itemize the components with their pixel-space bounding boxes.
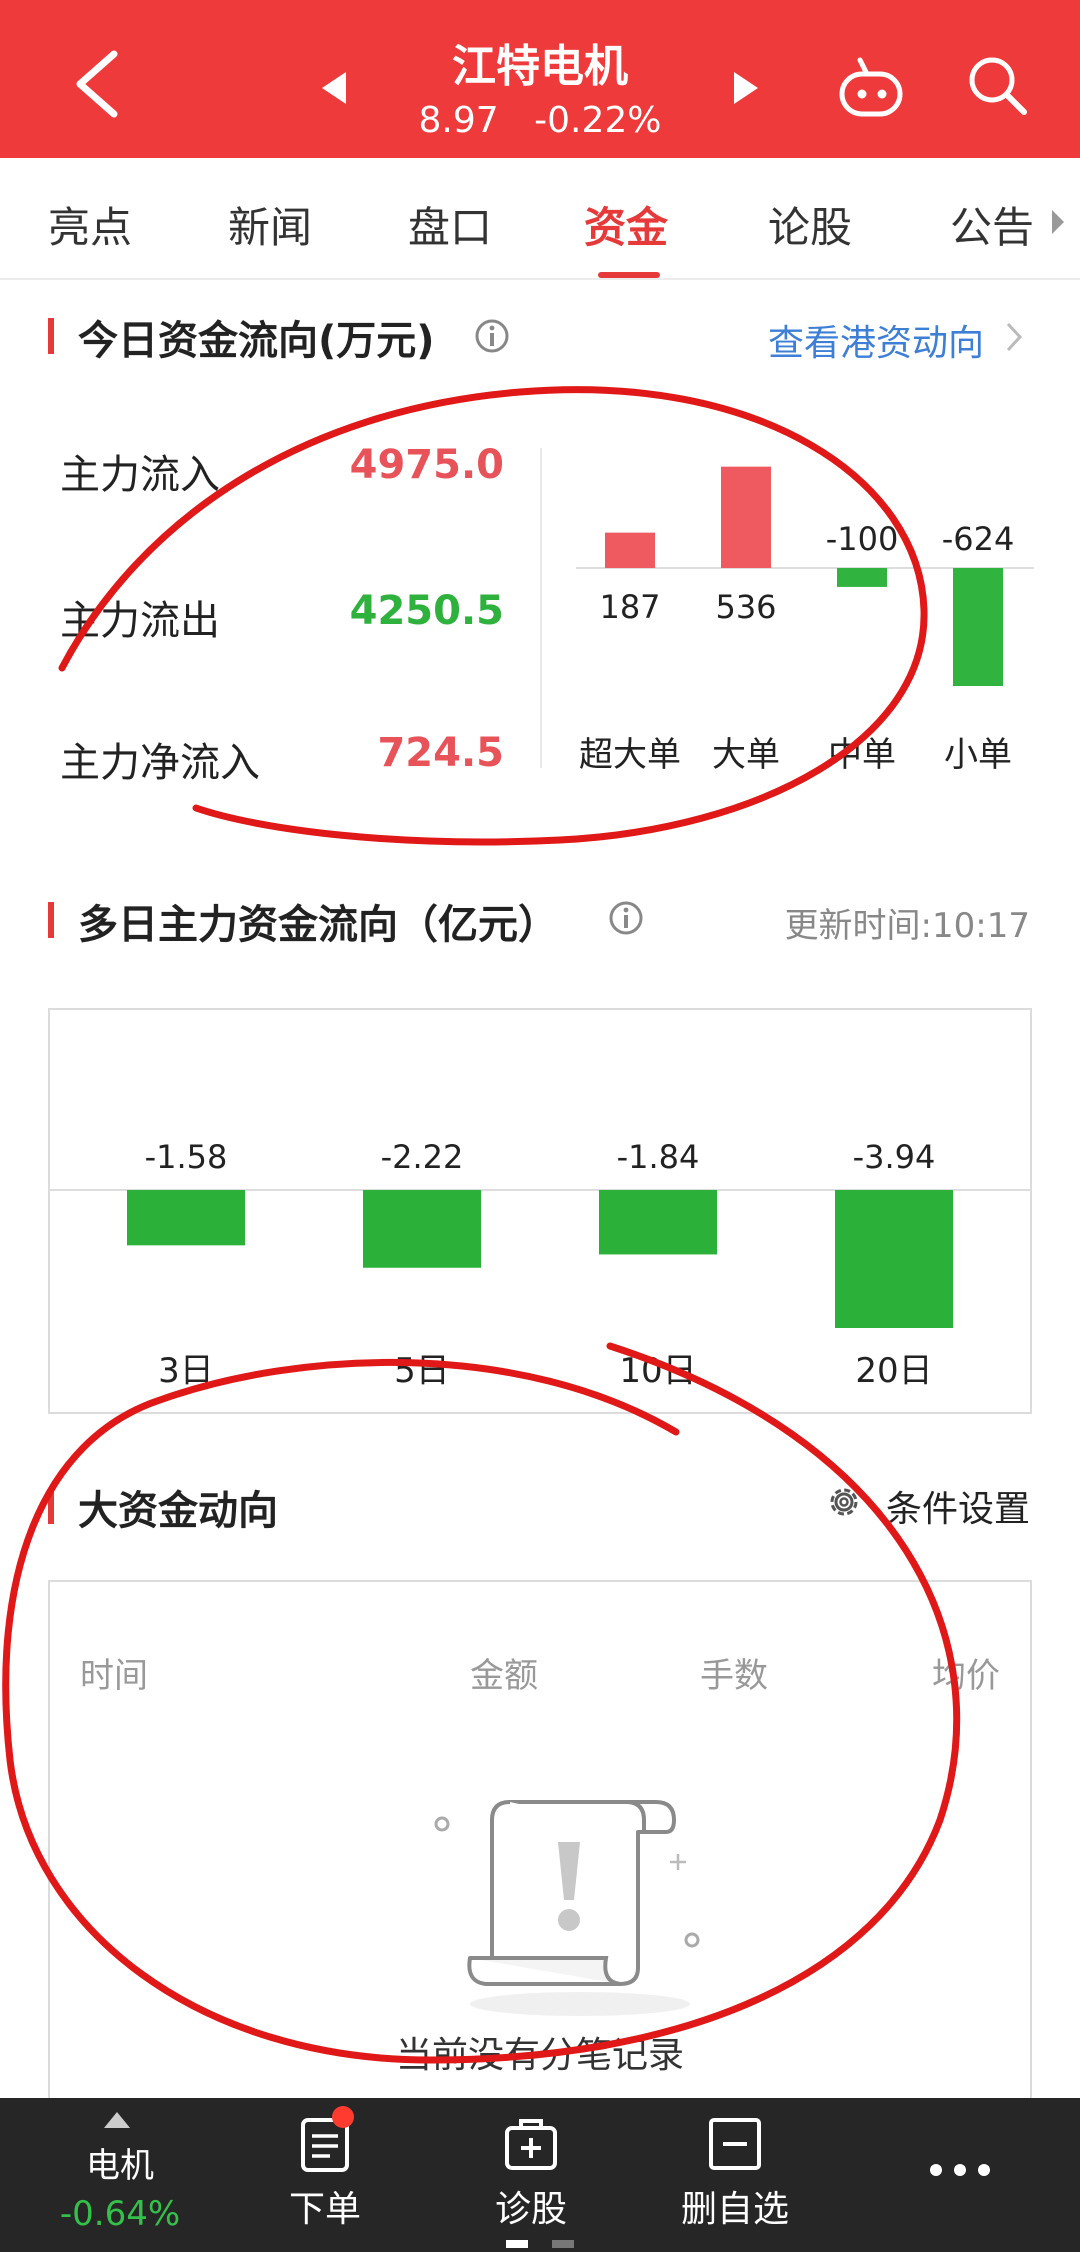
category-label-2: 10日 bbox=[619, 1351, 696, 1391]
main-net-inflow-value: 724.5 bbox=[377, 730, 504, 776]
update-time: 更新时间:10:17 bbox=[784, 906, 1030, 946]
remove-watchlist-label: 删自选 bbox=[680, 2189, 789, 2230]
value-label-3: -624 bbox=[942, 520, 1015, 558]
value-label-0: -1.58 bbox=[145, 1138, 228, 1176]
bottom-toolbar: 电机 -0.64% 下单 诊股 删自选 bbox=[0, 2098, 1080, 2252]
bar-1 bbox=[721, 466, 771, 568]
condition-settings-button[interactable]: 条件设置 bbox=[886, 1480, 1030, 1532]
column-header-lots: 手数 bbox=[700, 1656, 768, 1696]
diagnose-kit-icon bbox=[505, 2119, 557, 2170]
column-header-amount: 金额 bbox=[470, 1656, 538, 1696]
robot-assistant-icon[interactable] bbox=[836, 56, 906, 120]
tab-highlights[interactable]: 亮点 bbox=[48, 194, 132, 255]
info-icon[interactable] bbox=[608, 900, 644, 936]
category-label-1: 5日 bbox=[394, 1351, 450, 1391]
bar-3 bbox=[835, 1190, 953, 1328]
main-outflow-value: 4250.5 bbox=[349, 588, 504, 634]
diagnose-label: 诊股 bbox=[494, 2189, 567, 2230]
expand-up-icon[interactable] bbox=[104, 2112, 130, 2128]
stock-quote: 8.97 -0.22% bbox=[0, 100, 1080, 141]
bar-0 bbox=[127, 1190, 245, 1246]
active-tab-indicator bbox=[598, 272, 660, 278]
divider bbox=[540, 448, 542, 768]
empty-record-icon bbox=[434, 1800, 700, 2016]
top-bar: 江特电机 8.97 -0.22% bbox=[0, 0, 1080, 158]
diagnose-button[interactable]: 诊股 bbox=[476, 2098, 586, 2252]
order-label: 下单 bbox=[288, 2189, 361, 2230]
remove-square-icon bbox=[709, 2118, 761, 2170]
empty-records-message: 当前没有分笔记录 bbox=[395, 2035, 684, 2076]
main-inflow-value: 4975.0 bbox=[349, 442, 504, 488]
value-label-0: 187 bbox=[599, 588, 660, 626]
today-flow-title: 今日资金流向(万元) bbox=[48, 308, 435, 366]
next-stock-icon[interactable] bbox=[728, 68, 764, 108]
stock-name: 江特电机 bbox=[452, 41, 628, 92]
value-label-2: -100 bbox=[826, 520, 899, 558]
main-inflow-label: 主力流入 bbox=[60, 452, 220, 498]
info-icon[interactable] bbox=[474, 318, 510, 354]
category-label-3: 20日 bbox=[855, 1351, 932, 1391]
stock-price: 8.97 bbox=[418, 100, 499, 141]
category-label-2: 中单 bbox=[828, 735, 896, 775]
sector-change-pct: -0.64% bbox=[59, 2194, 181, 2234]
today-flow-chart: 187 超大单 536 大单 -100 中单 -624 小单 bbox=[576, 466, 1034, 775]
big-money-title: 大资金动向 bbox=[48, 1478, 278, 1536]
column-header-avg-price: 均价 bbox=[932, 1656, 1000, 1696]
main-net-inflow-label: 主力净流入 bbox=[60, 740, 260, 786]
remove-watchlist-button[interactable]: 删自选 bbox=[670, 2098, 800, 2252]
value-label-1: -2.22 bbox=[381, 1138, 464, 1176]
bar-2 bbox=[837, 568, 887, 587]
bar-1 bbox=[363, 1190, 481, 1268]
multi-day-title: 多日主力资金流向（亿元） bbox=[48, 892, 558, 950]
tab-discussion[interactable]: 论股 bbox=[768, 194, 852, 255]
category-label-0: 超大单 bbox=[579, 735, 681, 775]
stock-change-pct: -0.22% bbox=[534, 100, 662, 141]
column-header-time: 时间 bbox=[80, 1656, 148, 1696]
tabs-scroll-right-icon[interactable] bbox=[1048, 206, 1068, 238]
tab-order-book[interactable]: 盘口 bbox=[408, 194, 492, 255]
tab-news[interactable]: 新闻 bbox=[228, 194, 312, 255]
tab-bar: 亮点 新闻 盘口 资金 论股 公告 bbox=[0, 158, 1080, 280]
multi-day-flow-chart: -1.58 3日 -2.22 5日 -1.84 10日 -3.94 20日 bbox=[50, 1138, 1030, 1391]
bar-2 bbox=[599, 1190, 717, 1255]
tab-announcements[interactable]: 公告 bbox=[950, 194, 1034, 255]
tab-capital[interactable]: 资金 bbox=[584, 194, 668, 255]
more-dots-icon[interactable] bbox=[928, 2160, 992, 2180]
bar-3 bbox=[953, 568, 1003, 686]
page-indicator bbox=[506, 2240, 574, 2248]
sector-name[interactable]: 电机 bbox=[40, 2138, 200, 2187]
value-label-1: 536 bbox=[715, 588, 776, 626]
notification-dot bbox=[332, 2106, 354, 2128]
category-label-0: 3日 bbox=[158, 1351, 214, 1391]
category-label-1: 大单 bbox=[712, 735, 780, 775]
gear-icon[interactable] bbox=[824, 1482, 864, 1522]
value-label-3: -3.94 bbox=[853, 1138, 936, 1176]
order-button[interactable]: 下单 bbox=[270, 2098, 380, 2252]
multi-day-chart-box: -1.58 3日 -2.22 5日 -1.84 10日 -3.94 20日 bbox=[48, 1008, 1032, 1414]
search-icon[interactable] bbox=[964, 52, 1030, 118]
chevron-right-icon[interactable] bbox=[1004, 320, 1024, 354]
main-outflow-label: 主力流出 bbox=[60, 598, 220, 644]
bar-0 bbox=[605, 532, 655, 568]
hk-capital-link[interactable]: 查看港资动向 bbox=[768, 314, 984, 366]
category-label-3: 小单 bbox=[944, 735, 1012, 775]
value-label-2: -1.84 bbox=[617, 1138, 700, 1176]
